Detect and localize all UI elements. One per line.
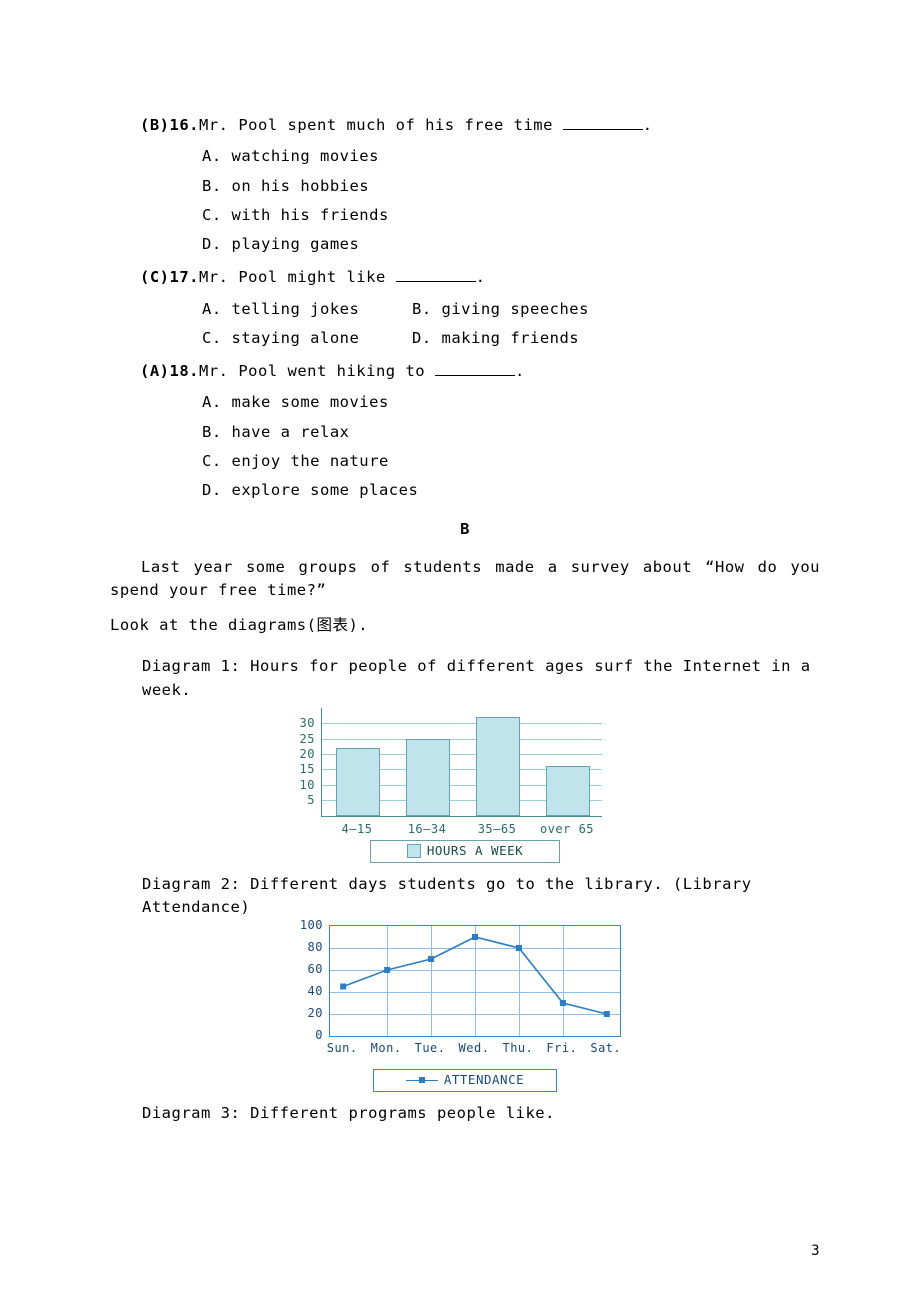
line-x-tick: Sat. <box>584 1039 628 1057</box>
line-x-tick: Mon. <box>364 1039 408 1057</box>
q18-stem: (A)18.Mr. Pool went hiking to . <box>140 360 820 383</box>
line-y-tick: 100 <box>285 916 323 934</box>
question-18: (A)18.Mr. Pool went hiking to . A. make … <box>110 360 820 502</box>
bar <box>546 766 590 815</box>
q18-option-d: D. explore some places <box>202 479 820 502</box>
q17-prefix: (C)17. <box>140 268 199 286</box>
bar-x-tick: over 65 <box>539 820 595 838</box>
q18-stem-post: . <box>515 362 525 380</box>
passage-line-2: Look at the diagrams(图表). <box>110 614 820 637</box>
bar <box>476 717 520 816</box>
q17-option-a: A. telling jokes <box>202 298 412 321</box>
diagram-1-caption: Diagram 1: Hours for people of different… <box>142 655 820 702</box>
q17-option-d: D. making friends <box>412 327 579 350</box>
diagram-1-chart: 51015202530 4–15 16–34 35–65 over 65 HOURS A… <box>285 708 645 863</box>
blank <box>563 115 643 130</box>
bar-y-tick: 20 <box>285 745 315 763</box>
q17-option-b: B. giving speeches <box>412 298 589 321</box>
q18-option-a: A. make some movies <box>202 391 820 414</box>
q16-option-c: C. with his friends <box>202 204 820 227</box>
legend-swatch-icon <box>407 844 421 858</box>
line-x-tick: Tue. <box>408 1039 452 1057</box>
line-x-tick: Thu. <box>496 1039 540 1057</box>
question-16: (B)16.Mr. Pool spent much of his free ti… <box>110 114 820 256</box>
q16-option-d: D. playing games <box>202 233 820 256</box>
bar-x-tick: 16–34 <box>399 820 455 838</box>
bar-x-tick: 35–65 <box>469 820 525 838</box>
bar-y-tick: 25 <box>285 730 315 748</box>
question-17: (C)17.Mr. Pool might like . A. telling j… <box>110 266 820 350</box>
diagram-3-caption: Diagram 3: Different programs people lik… <box>142 1102 820 1125</box>
blank <box>435 361 515 376</box>
line-y-tick: 20 <box>285 1004 323 1022</box>
q17-option-c: C. staying alone <box>202 327 412 350</box>
q18-option-c: C. enjoy the nature <box>202 450 820 473</box>
bar-y-tick: 30 <box>285 714 315 732</box>
blank <box>396 267 476 282</box>
legend-line-marker-icon <box>406 1077 438 1083</box>
q17-stem-post: . <box>476 268 486 286</box>
line-y-tick: 40 <box>285 982 323 1000</box>
line-y-tick: 60 <box>285 960 323 978</box>
page-number: 3 <box>811 1241 820 1262</box>
bar <box>406 739 450 816</box>
q17-row-cd: C. staying alone D. making friends <box>202 327 820 350</box>
bar-chart-legend: HOURS A WEEK <box>370 840 560 863</box>
line-x-tick: Wed. <box>452 1039 496 1057</box>
q17-stem: (C)17.Mr. Pool might like . <box>140 266 820 289</box>
q16-prefix: (B)16. <box>140 116 199 134</box>
q16-option-a: A. watching movies <box>202 145 820 168</box>
line-y-tick: 80 <box>285 938 323 956</box>
q16-stem-post: . <box>643 116 653 134</box>
q17-row-ab: A. telling jokes B. giving speeches <box>202 298 820 321</box>
bar-y-tick: 15 <box>285 760 315 778</box>
section-b-heading: B <box>110 518 820 541</box>
line-legend-label: ATTENDANCE <box>444 1071 524 1090</box>
q18-stem-pre: Mr. Pool went hiking to <box>199 362 435 380</box>
bar-legend-label: HOURS A WEEK <box>427 842 523 861</box>
bar <box>336 748 380 816</box>
bar-y-tick: 5 <box>285 791 315 809</box>
q16-option-b: B. on his hobbies <box>202 175 820 198</box>
line-x-tick: Fri. <box>540 1039 584 1057</box>
bar-y-tick: 10 <box>285 776 315 794</box>
q18-prefix: (A)18. <box>140 362 199 380</box>
q17-stem-pre: Mr. Pool might like <box>199 268 396 286</box>
q16-stem-pre: Mr. Pool spent much of his free time <box>199 116 563 134</box>
passage-line-1: Last year some groups of students made a… <box>110 556 820 603</box>
diagram-2-caption: Diagram 2: Different days students go to… <box>142 873 820 920</box>
diagram-2-chart: 020406080100Sun.Mon.Tue.Wed.Thu.Fri.Sat.… <box>285 925 645 1092</box>
line-y-tick: 0 <box>285 1026 323 1044</box>
bar-x-tick: 4–15 <box>329 820 385 838</box>
q18-option-b: B. have a relax <box>202 421 820 444</box>
line-chart-legend: ATTENDANCE <box>373 1069 557 1092</box>
q16-stem: (B)16.Mr. Pool spent much of his free ti… <box>140 114 820 137</box>
line-x-tick: Sun. <box>320 1039 364 1057</box>
